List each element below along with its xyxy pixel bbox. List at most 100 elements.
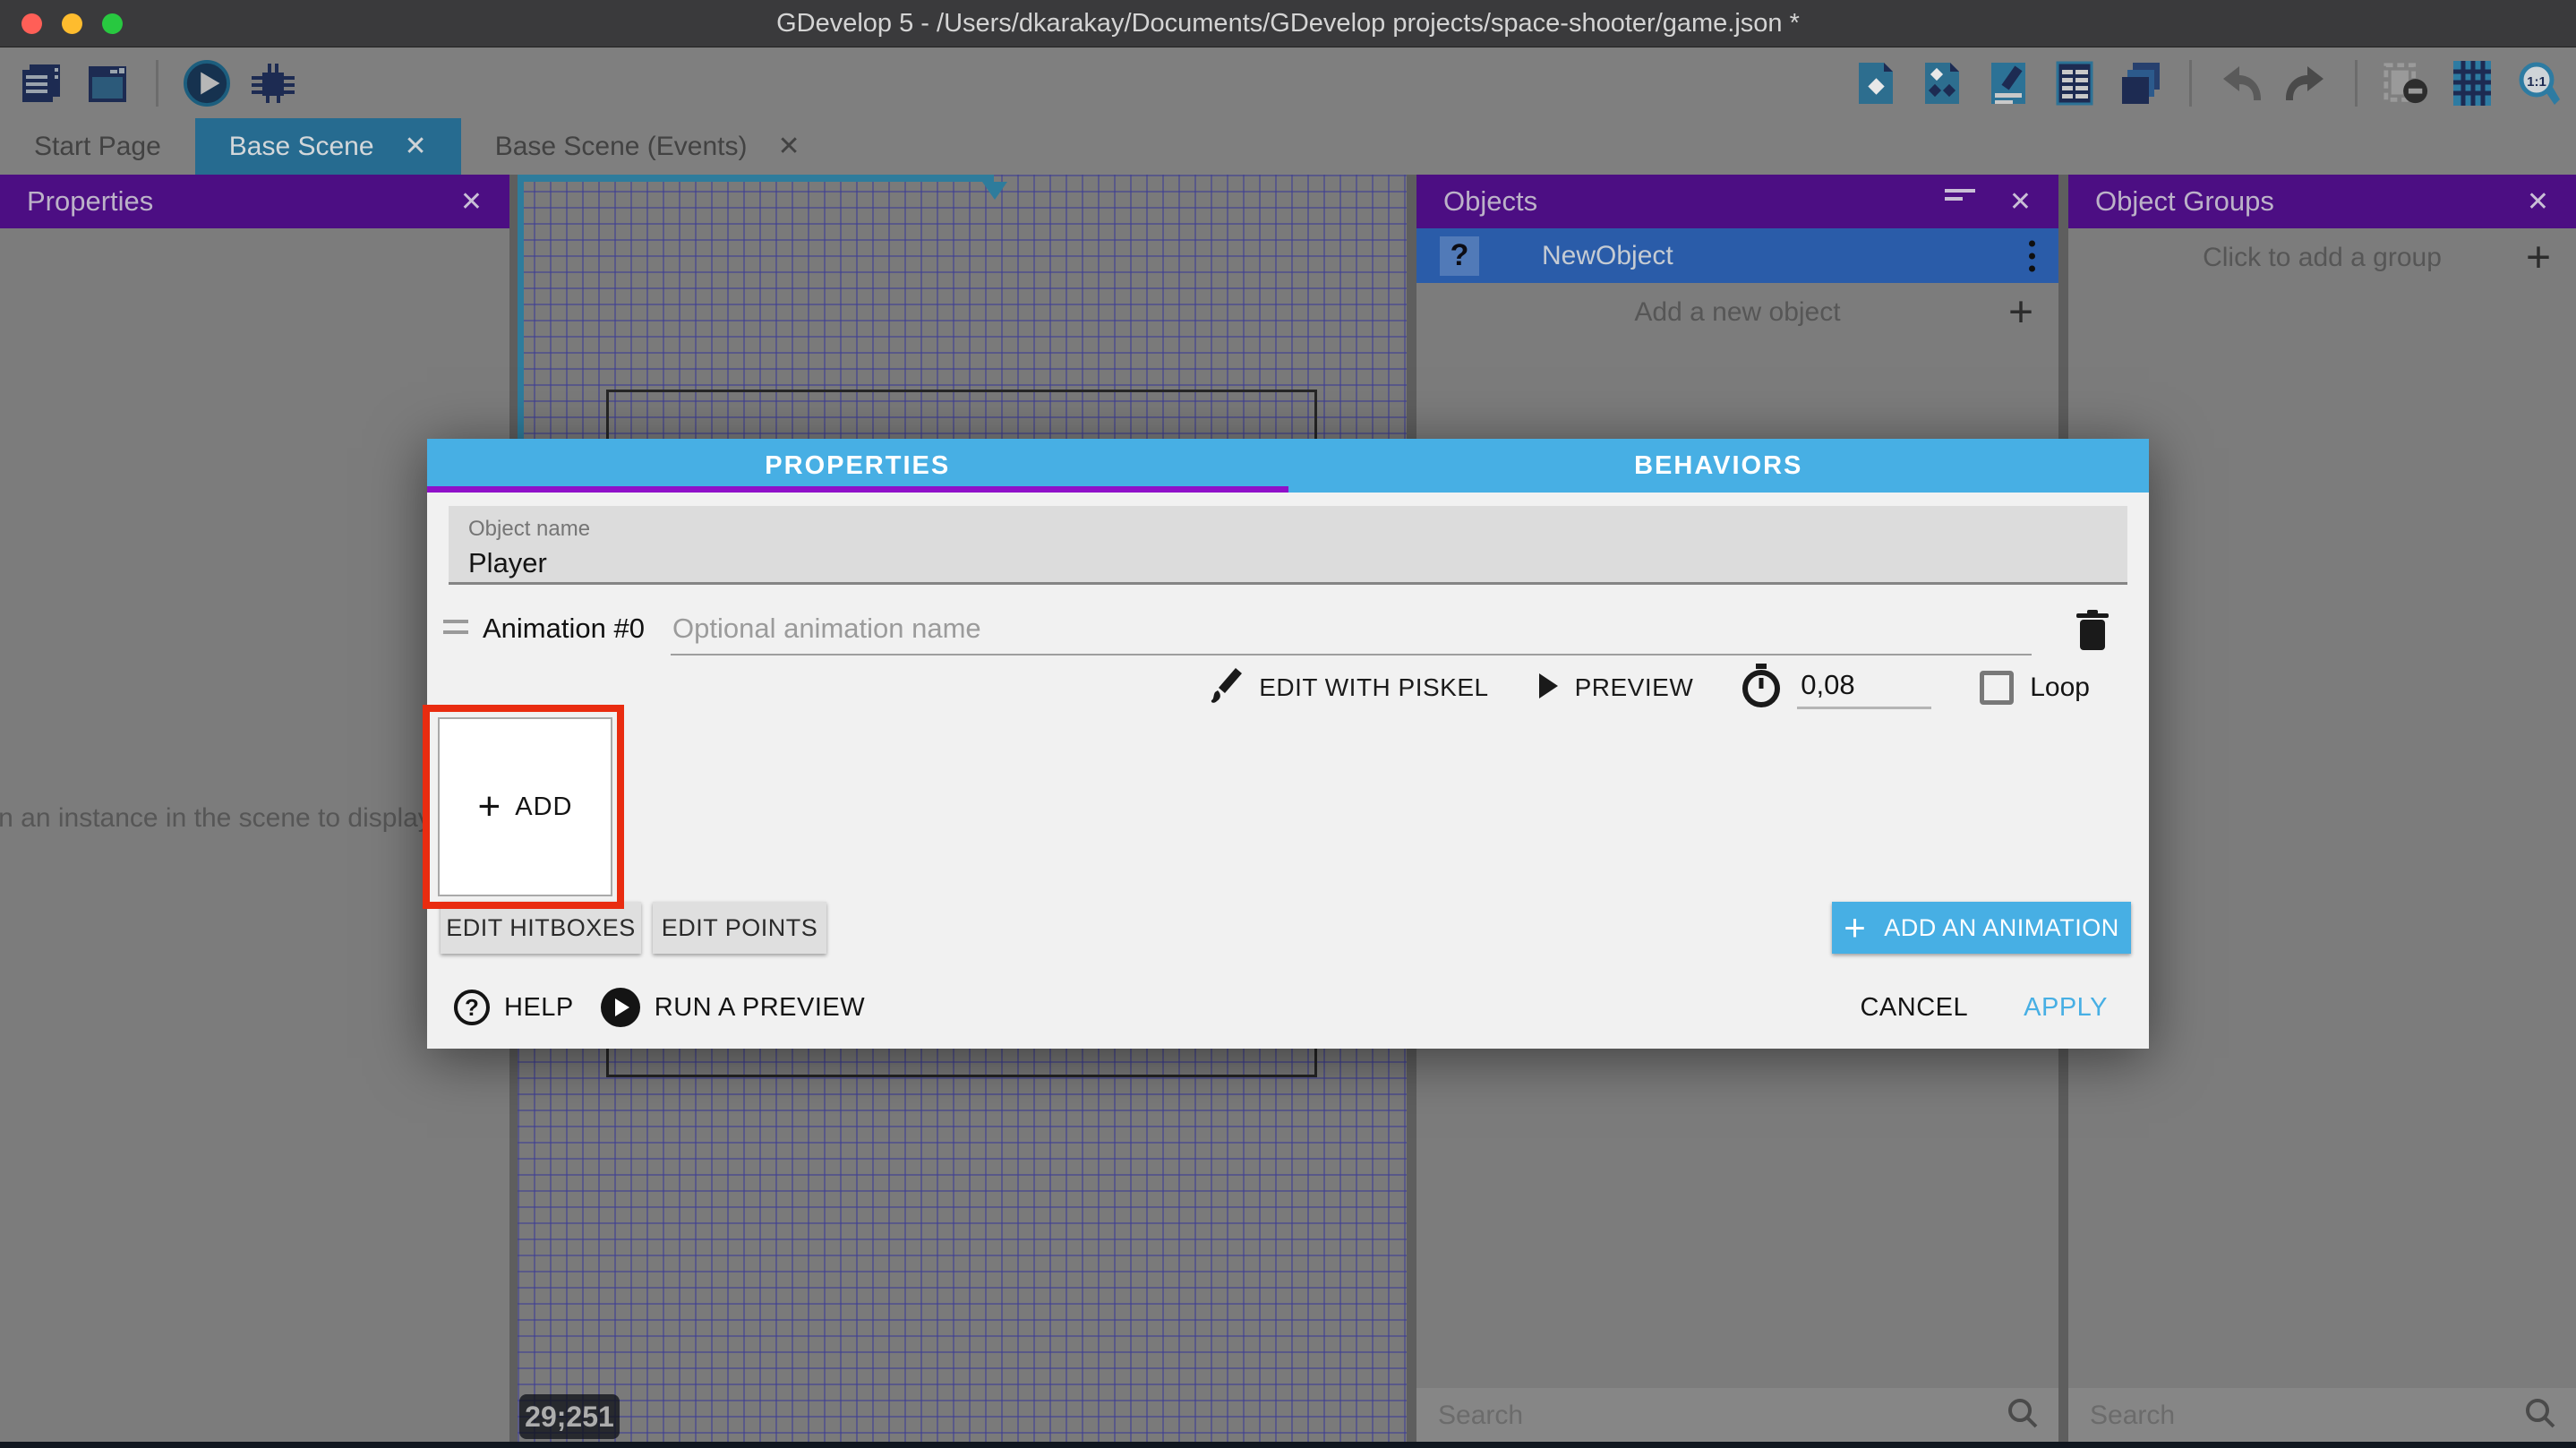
minimize-window-button[interactable] <box>62 13 82 34</box>
tab-base-scene-events[interactable]: Base Scene (Events) ✕ <box>461 118 834 175</box>
maximize-window-button[interactable] <box>102 13 123 34</box>
object-groups-icon[interactable] <box>1919 60 1965 107</box>
animation-name-input[interactable] <box>671 607 2032 655</box>
help-label: HELP <box>504 993 574 1023</box>
zoom-1-1-icon[interactable]: 1:1 <box>2515 60 2562 107</box>
panel-title: Objects <box>1443 185 1537 218</box>
run-preview-icon <box>601 988 640 1027</box>
object-menu-icon[interactable] <box>2029 240 2035 271</box>
tab-label: Base Scene <box>229 132 374 162</box>
loop-label: Loop <box>2030 673 2090 703</box>
help-button[interactable]: ? HELP <box>454 990 574 1025</box>
object-name-field[interactable]: Object name Player <box>449 506 2127 585</box>
add-object-icon[interactable] <box>1853 60 1899 107</box>
add-new-object-label: Add a new object <box>1634 297 1840 328</box>
edit-hitboxes-button[interactable]: EDIT HITBOXES <box>441 902 641 954</box>
loop-checkbox[interactable] <box>1980 671 2014 705</box>
window-title: GDevelop 5 - /Users/dkarakay/Documents/G… <box>776 9 1800 39</box>
main-toolbar: 1:1 <box>0 47 2576 118</box>
add-group-label: Click to add a group <box>2203 243 2442 273</box>
close-icon[interactable]: ✕ <box>2009 186 2032 218</box>
properties-panel-header: Properties ✕ <box>0 175 509 228</box>
dialog-tab-behaviors[interactable]: BEHAVIORS <box>1288 439 2150 493</box>
plus-icon: + <box>478 787 501 827</box>
scene-window-icon[interactable] <box>84 60 131 107</box>
toolbar-separator <box>2355 60 2358 107</box>
filter-icon[interactable] <box>1945 185 1975 218</box>
animation-tools-row: EDIT WITH PISKEL PREVIEW Loop <box>1211 663 2090 713</box>
time-between-frames-input[interactable] <box>1797 667 1931 709</box>
drag-handle-icon[interactable] <box>443 620 468 641</box>
preview-button[interactable]: PREVIEW <box>1575 673 1694 702</box>
debug-icon[interactable] <box>250 60 296 107</box>
close-icon[interactable]: ✕ <box>460 186 483 218</box>
stopwatch-icon <box>1742 664 1781 713</box>
add-animation-label: ADD AN ANIMATION <box>1884 914 2119 942</box>
instances-list-icon[interactable] <box>2051 60 2098 107</box>
object-groups-panel-header: Object Groups ✕ <box>2068 175 2576 228</box>
object-name: NewObject <box>1542 241 1673 271</box>
object-list-item-selected[interactable]: ? NewObject <box>1416 228 2058 283</box>
edit-with-piskel-button[interactable]: EDIT WITH PISKEL <box>1259 673 1488 702</box>
window-bottom-edge <box>0 1442 2576 1448</box>
panel-title: Properties <box>27 185 153 218</box>
undo-icon[interactable] <box>2217 60 2264 107</box>
close-tab-icon[interactable]: ✕ <box>778 131 800 162</box>
object-editor-dialog: PROPERTIES BEHAVIORS Object name Player … <box>427 439 2149 1049</box>
search-icon <box>2524 1397 2556 1434</box>
tab-label: Base Scene (Events) <box>495 132 748 162</box>
highlight-rectangle: + ADD <box>423 705 624 909</box>
toolbar-separator <box>2189 60 2192 107</box>
play-icon[interactable] <box>184 60 230 107</box>
svg-text:1:1: 1:1 <box>2527 74 2546 90</box>
search-icon <box>2007 1397 2039 1434</box>
close-tab-icon[interactable]: ✕ <box>405 131 427 162</box>
preview-play-icon <box>1537 673 1559 704</box>
add-animation-button[interactable]: + ADD AN ANIMATION <box>1832 902 2131 954</box>
toggle-mask-icon[interactable] <box>2383 60 2429 107</box>
delete-animation-icon[interactable] <box>2074 609 2111 652</box>
object-thumbnail-unknown-icon: ? <box>1440 236 1479 276</box>
add-frame-label: ADD <box>515 793 572 822</box>
close-icon[interactable]: ✕ <box>2527 186 2549 218</box>
cursor-coordinates-badge: 29;251 <box>519 1394 620 1439</box>
dialog-tab-properties[interactable]: PROPERTIES <box>427 439 1288 493</box>
animation-title: Animation #0 <box>483 613 645 645</box>
tab-start-page[interactable]: Start Page <box>0 118 195 175</box>
objects-panel-header: Objects ✕ <box>1416 175 2058 228</box>
project-manager-icon[interactable] <box>18 60 64 107</box>
close-window-button[interactable] <box>21 13 42 34</box>
editor-tabbar: Start Page Base Scene ✕ Base Scene (Even… <box>0 118 2576 175</box>
toolbar-separator <box>156 60 158 107</box>
animation-row: Animation #0 <box>427 607 2149 657</box>
edit-scene-properties-icon[interactable] <box>1985 60 2032 107</box>
canvas-top-edge <box>518 175 994 182</box>
layers-icon[interactable] <box>2118 60 2164 107</box>
plus-icon: + <box>2526 234 2551 283</box>
panel-title: Object Groups <box>2095 185 2274 218</box>
run-preview-button[interactable]: RUN A PREVIEW <box>601 988 865 1027</box>
add-new-object-row[interactable]: Add a new object + <box>1416 283 2058 342</box>
tab-label: Start Page <box>34 132 161 162</box>
toggle-grid-icon[interactable] <box>2449 60 2495 107</box>
dialog-footer: ? HELP RUN A PREVIEW CANCEL APPLY <box>427 981 2149 1034</box>
dialog-tabbar: PROPERTIES BEHAVIORS <box>427 439 2149 493</box>
run-preview-label: RUN A PREVIEW <box>655 993 865 1023</box>
add-group-row[interactable]: Click to add a group + <box>2068 228 2576 287</box>
canvas-marker <box>982 182 1007 200</box>
brush-icon <box>1211 666 1243 710</box>
tab-base-scene[interactable]: Base Scene ✕ <box>195 118 461 175</box>
cancel-button[interactable]: CANCEL <box>1860 993 1968 1023</box>
object-name-value: Player <box>468 547 2108 579</box>
redo-icon[interactable] <box>2283 60 2330 107</box>
apply-button[interactable]: APPLY <box>2024 993 2108 1023</box>
help-icon: ? <box>454 990 490 1025</box>
add-frame-button[interactable]: + ADD <box>438 717 612 896</box>
objects-search-bar <box>1416 1388 2058 1443</box>
objects-search-input[interactable] <box>1416 1401 2007 1431</box>
edit-points-button[interactable]: EDIT POINTS <box>653 902 826 954</box>
plus-icon: + <box>2008 288 2033 338</box>
groups-search-input[interactable] <box>2068 1401 2524 1431</box>
plus-icon: + <box>1844 909 1866 947</box>
groups-search-bar <box>2068 1388 2576 1443</box>
